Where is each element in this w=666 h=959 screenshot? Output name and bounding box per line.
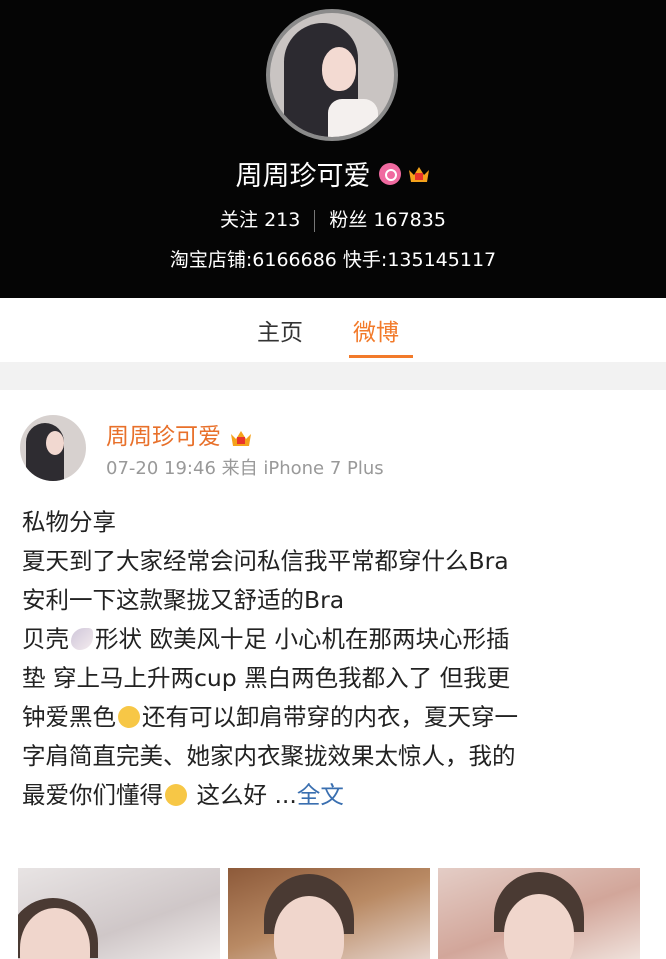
profile-stats: 关注 213 粉丝 167835 xyxy=(0,205,666,232)
following-count: 213 xyxy=(264,209,301,231)
post-photo[interactable] xyxy=(228,868,430,959)
profile-header: 周周珍可爱 关注 213 粉丝 167835 淘宝店铺:6166686 快手:13… xyxy=(0,0,666,298)
smirk-emoji-icon xyxy=(118,706,140,728)
post-line: 夏天到了大家经常会问私信我平常都穿什么Bra xyxy=(22,547,509,575)
post-line: 钟爱黑色 还有可以卸肩带穿的内衣，夏天穿一 xyxy=(22,698,646,737)
followers-count: 167835 xyxy=(373,209,446,231)
tab-weibo[interactable]: 微博 xyxy=(353,313,399,347)
read-more-link[interactable]: 全文 xyxy=(297,781,344,809)
followers-label: 粉丝 xyxy=(329,209,368,231)
profile-avatar[interactable] xyxy=(266,9,398,141)
following-link[interactable]: 关注 213 xyxy=(220,209,300,231)
post-meta: 07-20 19:46 来自 iPhone 7 Plus xyxy=(106,458,384,479)
followers-link[interactable]: 粉丝 167835 xyxy=(329,209,446,231)
post-line: 安利一下这款聚拢又舒适的Bra xyxy=(22,586,345,614)
post-photo[interactable] xyxy=(438,868,640,959)
post-text-span: 这么好 ... xyxy=(189,781,297,809)
tab-home[interactable]: 主页 xyxy=(257,313,303,347)
post-author-name[interactable]: 周周珍可爱 xyxy=(106,424,221,450)
post-text-span: 贝壳 xyxy=(22,625,69,653)
profile-tabs: 主页 微博 xyxy=(0,298,666,362)
profile-bio: 淘宝店铺:6166686 快手:135145117 xyxy=(169,249,497,271)
stats-divider xyxy=(314,209,316,232)
post-text-span: 还有可以卸肩带穿的内衣，夏天穿一 xyxy=(142,703,518,731)
active-tab-indicator xyxy=(349,355,413,358)
post-photos xyxy=(18,868,648,959)
post-line: 私物分享 xyxy=(22,508,116,536)
section-divider xyxy=(0,362,666,390)
post-body[interactable]: 私物分享 夏天到了大家经常会问私信我平常都穿什么Bra 安利一下这款聚拢又舒适的… xyxy=(22,503,646,815)
post-text-span: 形状 欧美风十足 小心机在那两块心形插 xyxy=(95,625,510,653)
post-line: 最爱你们懂得 这么好 ...全文 xyxy=(22,776,646,815)
crown-vip-icon[interactable] xyxy=(407,164,431,184)
profile-name: 周周珍可爱 xyxy=(235,161,371,192)
crown-vip-icon xyxy=(229,428,253,448)
post-author-row: 周周珍可爱 xyxy=(106,417,253,451)
shell-emoji-icon xyxy=(71,628,93,650)
following-label: 关注 xyxy=(220,209,259,231)
profile-name-row: 周周珍可爱 xyxy=(0,154,666,193)
post-line: 字肩简直完美、她家内衣聚拢效果太惊人，我的 xyxy=(22,742,516,770)
post-line: 贝壳 形状 欧美风十足 小心机在那两块心形插 xyxy=(22,620,646,659)
relieved-emoji-icon xyxy=(165,784,187,806)
post-text-span: 最爱你们懂得 xyxy=(22,781,163,809)
post-photo[interactable] xyxy=(18,868,220,959)
post-line: 垫 穿上马上升两cup 黑白两色我都入了 但我更 xyxy=(22,664,511,692)
post-author-avatar[interactable] xyxy=(20,415,86,481)
post-text-span: 钟爱黑色 xyxy=(22,703,116,731)
pink-badge-icon[interactable] xyxy=(378,162,401,185)
